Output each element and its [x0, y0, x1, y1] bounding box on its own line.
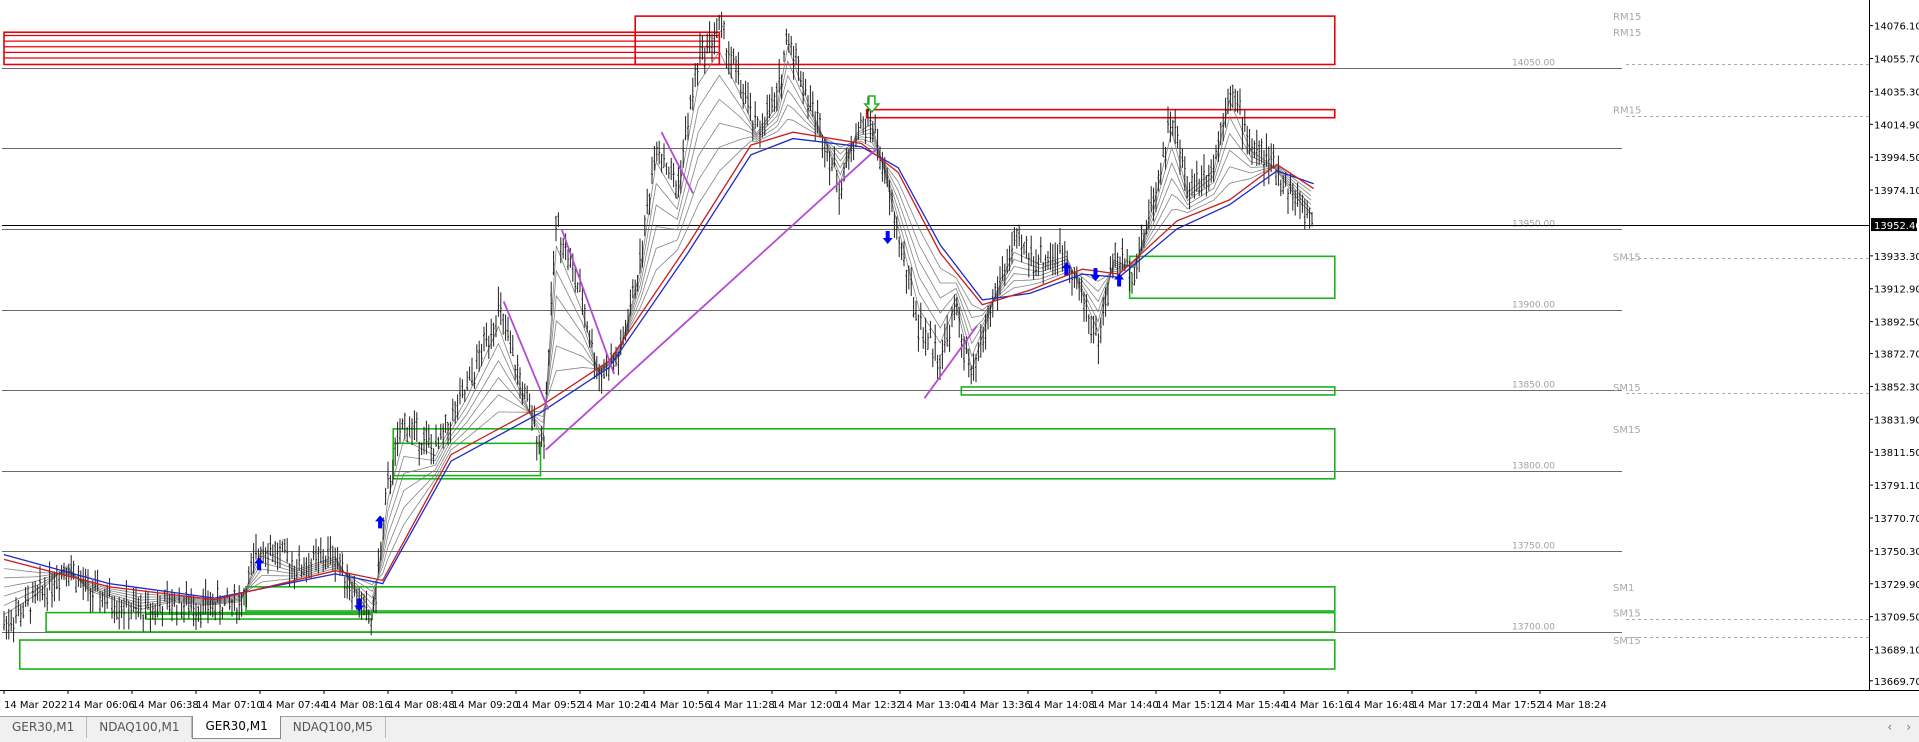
price-tick-label: 13791.10 [1874, 481, 1919, 492]
level-label: 13950.00 [1512, 220, 1555, 230]
zone-label: RM15 [1613, 12, 1641, 23]
time-tick-label: 14 Mar 16:48 [1348, 700, 1415, 711]
zone-label: SM15 [1613, 636, 1641, 647]
time-tick-label: 14 Mar 17:52 [1476, 700, 1543, 711]
level-label: 14050.00 [1512, 59, 1555, 69]
price-tick-label: 13811.50 [1874, 448, 1919, 459]
level-label: 13900.00 [1512, 301, 1555, 311]
price-tick-label: 14076.10 [1874, 22, 1919, 33]
time-tick-label: 14 Mar 06:38 [132, 700, 199, 711]
time-tick-label: 14 Mar 10:24 [580, 700, 647, 711]
tab-ger30-m1[interactable]: GER30,M1 [0, 717, 88, 738]
price-tick-label: 13994.50 [1874, 153, 1919, 164]
zone-label: SM15 [1613, 252, 1641, 263]
time-tick-label: 14 Mar 07:44 [260, 700, 327, 711]
level-label: 13750.00 [1512, 542, 1555, 552]
scroll-right-icon[interactable]: › [1906, 720, 1911, 734]
zone-label: SM15 [1613, 609, 1641, 620]
tab-ndaq100-m1[interactable]: NDAQ100,M1 [87, 717, 193, 738]
time-tick-label: 14 Mar 11:28 [708, 700, 775, 711]
time-tick-label: 14 Mar 16:16 [1284, 700, 1351, 711]
price-tick-label: 13709.50 [1874, 613, 1919, 624]
time-tick-label: 14 Mar 06:06 [68, 700, 135, 711]
time-tick-label: 14 Mar 12:00 [772, 700, 839, 711]
level-label: 13800.00 [1512, 462, 1555, 472]
time-tick-label: 14 Mar 14:40 [1092, 700, 1159, 711]
time-tick-label: 14 Mar 12:32 [836, 700, 903, 711]
price-tick-label: 13933.30 [1874, 252, 1919, 263]
time-tick-label: 14 Mar 09:20 [452, 700, 519, 711]
price-tick-label: 13852.30 [1874, 382, 1919, 393]
price-tick-label: 13892.50 [1874, 318, 1919, 329]
price-axis[interactable]: 14076.10 14055.70 14035.30 14014.90 13994.50… [1869, 22, 1919, 688]
time-tick-label: 14 Mar 07:10 [196, 700, 263, 711]
price-tick-label: 13831.90 [1874, 415, 1919, 426]
time-tick-label: 14 Mar 15:44 [1220, 700, 1287, 711]
price-tick-label: 13689.10 [1874, 646, 1919, 657]
price-chart[interactable]: 14050.00 13950.00 13900.00 13850.00 13800.00… [0, 0, 1919, 741]
level-label: 13700.00 [1512, 623, 1555, 633]
price-tick-label: 14035.30 [1874, 87, 1919, 98]
time-tick-label: 14 Mar 15:12 [1156, 700, 1223, 711]
price-tick-label: 13912.90 [1874, 285, 1919, 296]
time-tick-label: 14 Mar 17:20 [1412, 700, 1479, 711]
time-tick-label: 14 Mar 08:16 [324, 700, 391, 711]
price-tick-label: 13750.30 [1874, 547, 1919, 558]
zone-label: RM15 [1613, 28, 1641, 39]
price-tick-label: 13669.70 [1874, 677, 1919, 688]
current-price-label: 13952.40 [1874, 221, 1919, 232]
level-label: 13850.00 [1512, 381, 1555, 391]
tab-ger30-m1-active[interactable]: GER30,M1 [192, 716, 281, 739]
chart-tab-bar: GER30,M1 NDAQ100,M1 GER30,M1 NDAQ100,M5 … [0, 716, 1919, 742]
price-tick-label: 14014.90 [1874, 120, 1919, 131]
time-tick-label: 14 Mar 08:48 [388, 700, 455, 711]
price-tick-label: 13729.90 [1874, 580, 1919, 591]
time-tick-label: 14 Mar 18:24 [1540, 700, 1607, 711]
scroll-left-icon[interactable]: ‹ [1887, 720, 1892, 734]
price-tick-label: 13770.70 [1874, 514, 1919, 525]
price-tick-label: 13974.10 [1874, 186, 1919, 197]
time-tick-label: 14 Mar 2022 [4, 700, 67, 711]
time-tick-label: 14 Mar 14:08 [1028, 700, 1095, 711]
time-tick-label: 14 Mar 13:36 [964, 700, 1031, 711]
zone-label: SM1 [1613, 583, 1634, 594]
tab-ndaq100-m5[interactable]: NDAQ100,M5 [281, 717, 386, 738]
price-tick-label: 13872.70 [1874, 350, 1919, 361]
zone-label: SM15 [1613, 425, 1641, 436]
price-tick-label: 14055.70 [1874, 55, 1919, 66]
time-tick-label: 14 Mar 09:52 [516, 700, 583, 711]
time-tick-label: 14 Mar 10:56 [644, 700, 711, 711]
zone-label: SM15 [1613, 383, 1641, 394]
time-tick-label: 14 Mar 13:04 [900, 700, 967, 711]
zone-label: RM15 [1613, 106, 1641, 117]
tab-scroll-controls: ‹ › [1887, 720, 1911, 734]
